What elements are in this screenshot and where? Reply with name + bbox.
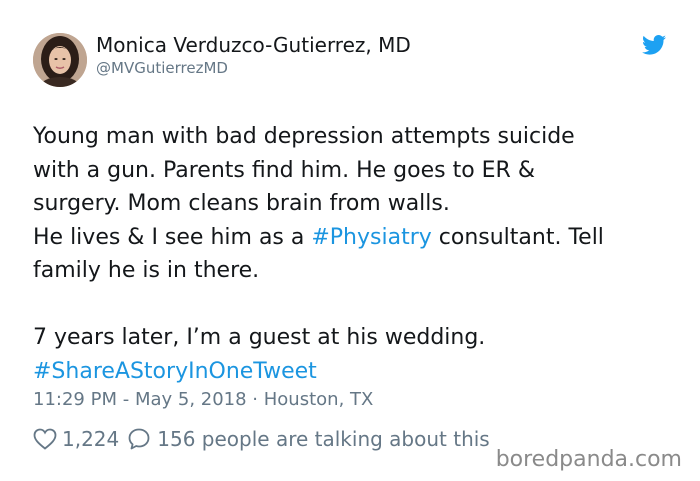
twitter-bird-icon[interactable] <box>642 35 666 55</box>
tweet-meta: 11:29 PM - May 5, 2018 · Houston, TX <box>33 389 373 410</box>
tweet-stats: 1,224 156 people are talking about this <box>33 425 490 453</box>
watermark: boredpanda.com <box>495 447 682 472</box>
hashtag-physiatry-link[interactable]: #Physiatry <box>311 225 431 250</box>
tweet-line: 7 years later, I’m a guest at his weddin… <box>33 325 486 350</box>
hashtag-shareastoryinonetweet-link[interactable]: #ShareAStoryInOneTweet <box>33 355 673 389</box>
tweet-text: Young man with bad depression attempts s… <box>33 120 673 388</box>
talking-count-link[interactable]: 156 people are talking about this <box>157 427 489 451</box>
heart-icon[interactable] <box>33 428 57 450</box>
tweet-line: surgery. Mom cleans brain from walls. <box>33 191 450 216</box>
tweet-line: with a gun. Parents find him. He goes to… <box>33 157 535 183</box>
tweet-line: family he is in there. <box>33 258 260 283</box>
tweet-text-segment: He lives & I see him as a <box>33 224 312 250</box>
author-avatar[interactable] <box>33 33 87 87</box>
speech-bubble-icon[interactable] <box>127 427 151 451</box>
tweet-time[interactable]: 11:29 PM <box>33 389 117 410</box>
meta-separator: · <box>246 389 264 410</box>
tweet-card: Monica Verduzco-Gutierrez, MD @MVGutierr… <box>0 0 700 481</box>
tweet-line: Young man with bad depression attempts s… <box>33 124 575 149</box>
tweet-text-segment: consultant. Tell <box>431 224 604 250</box>
like-count[interactable]: 1,224 <box>62 427 119 451</box>
meta-separator: - <box>116 389 135 410</box>
profile-photo <box>33 33 87 87</box>
tweet-date[interactable]: May 5, 2018 <box>135 389 247 410</box>
tweet-line: He lives & I see him as a #Physiatry con… <box>33 221 673 255</box>
author-name[interactable]: Monica Verduzco-Gutierrez, MD <box>96 33 411 57</box>
tweet-location[interactable]: Houston, TX <box>264 389 374 410</box>
author-handle[interactable]: @MVGutierrezMD <box>96 59 228 77</box>
